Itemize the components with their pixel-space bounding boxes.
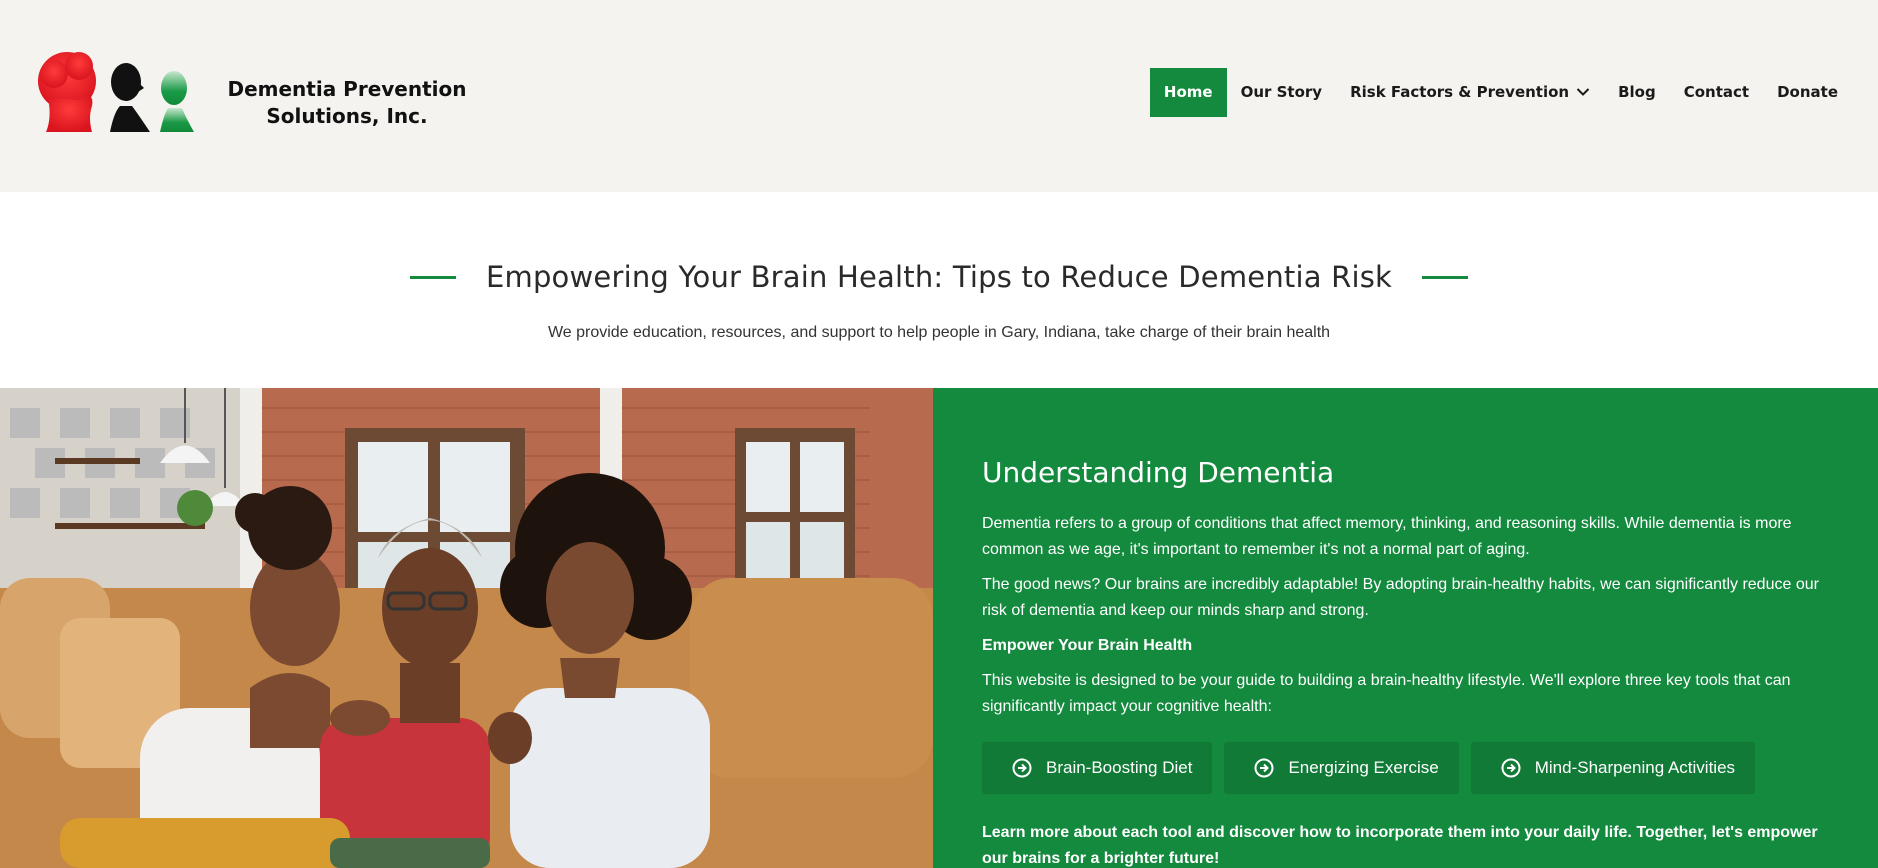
logo[interactable] [34, 48, 204, 138]
nav-our-story[interactable]: Our Story [1227, 68, 1337, 117]
brain-boosting-diet-label: Brain-Boosting Diet [1046, 758, 1193, 777]
brand-name[interactable]: Dementia Prevention Solutions, Inc. [220, 76, 474, 130]
nav-risk-factors-label: Risk Factors & Prevention [1350, 83, 1570, 101]
nav-home[interactable]: Home [1149, 68, 1227, 117]
main-nav: Home Our Story Risk Factors & Prevention… [1149, 68, 1852, 117]
photo-illustration [0, 388, 933, 868]
photo-three-women-on-sofa [0, 388, 933, 868]
site-header: Dementia Prevention Solutions, Inc. Home… [0, 0, 1878, 192]
title-rule-right [1422, 275, 1469, 279]
nav-donate-label: Donate [1777, 83, 1838, 101]
three-silhouettes-logo-icon [38, 52, 194, 132]
nav-contact[interactable]: Contact [1670, 68, 1763, 117]
arrow-circle-right-icon [1254, 758, 1274, 778]
nav-donate[interactable]: Donate [1763, 68, 1852, 117]
intro-section: Empowering Your Brain Health: Tips to Re… [0, 192, 1878, 388]
panel-content: Understanding Dementia Dementia refers t… [982, 456, 1832, 868]
paragraph-4: This website is designed to be your guid… [982, 672, 1791, 715]
nav-our-story-label: Our Story [1240, 83, 1323, 101]
page-title: Empowering Your Brain Health: Tips to Re… [485, 260, 1393, 294]
nav-risk-factors[interactable]: Risk Factors & Prevention [1336, 68, 1604, 117]
nav-blog[interactable]: Blog [1604, 68, 1670, 117]
nav-contact-label: Contact [1683, 83, 1750, 101]
mind-sharpening-activities-label: Mind-Sharpening Activities [1534, 758, 1736, 777]
arrow-circle-right-icon [1012, 758, 1032, 778]
cta-text: Learn more about each tool and discover … [982, 824, 1818, 867]
brand-line-2: Solutions, Inc. [266, 104, 428, 128]
chevron-down-icon[interactable] [1576, 68, 1590, 117]
understanding-dementia-panel: Understanding Dementia Dementia refers t… [933, 388, 1878, 868]
tool-buttons: Brain-Boosting Diet Energizing Exercise … [982, 742, 1832, 794]
panel-title: Understanding Dementia [982, 456, 1335, 489]
intro-title-row: Empowering Your Brain Health: Tips to Re… [0, 260, 1878, 294]
brain-boosting-diet-button[interactable]: Brain-Boosting Diet [982, 742, 1213, 794]
feature-section: Understanding Dementia Dementia refers t… [0, 388, 1878, 868]
intro-subtitle: We provide education, resources, and sup… [547, 324, 1331, 341]
paragraph-subheading: Empower Your Brain Health [982, 637, 1193, 654]
paragraph-2: The good news? Our brains are incredibly… [982, 576, 1819, 619]
paragraph-1: Dementia refers to a group of conditions… [982, 515, 1792, 558]
nav-blog-label: Blog [1618, 83, 1656, 101]
mind-sharpening-activities-button[interactable]: Mind-Sharpening Activities [1470, 742, 1756, 794]
nav-home-label: Home [1163, 83, 1213, 101]
energizing-exercise-button[interactable]: Energizing Exercise [1224, 742, 1459, 794]
arrow-circle-right-icon [1501, 758, 1521, 778]
brand-line-1: Dementia Prevention [227, 77, 467, 101]
title-rule-left [409, 275, 456, 279]
energizing-exercise-label: Energizing Exercise [1288, 758, 1439, 777]
